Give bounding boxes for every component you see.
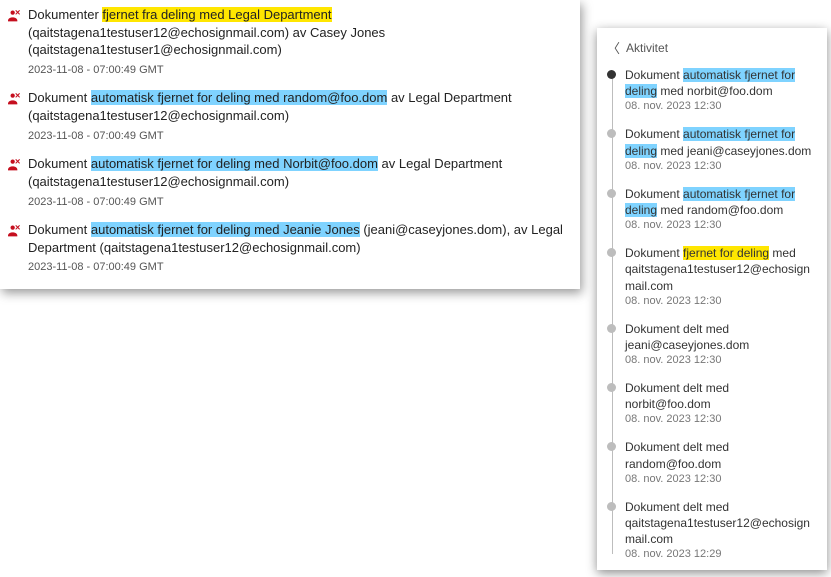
audit-segment: Dokument [28,90,91,105]
activity-item[interactable]: Dokument fjernet for deling med qaitstag… [625,245,817,307]
activity-segment: Dokument [625,68,683,82]
activity-timestamp: 08. nov. 2023 12:30 [625,100,817,112]
activity-timestamp: 08. nov. 2023 12:30 [625,413,817,425]
audit-row: Dokumenter fjernet fra deling med Legal … [6,6,570,77]
audit-row: Dokument automatisk fjernet for deling m… [6,89,570,143]
timeline-dot-icon [607,442,616,451]
audit-text: Dokument automatisk fjernet for deling m… [28,221,570,256]
activity-segment: med norbit@foo.dom [657,84,773,98]
audit-body: Dokument automatisk fjernet for deling m… [28,89,570,143]
audit-panel: Dokumenter fjernet fra deling med Legal … [0,0,580,289]
chevron-left-icon: 〈 [607,38,620,57]
activity-timestamp: 08. nov. 2023 12:29 [625,548,817,560]
activity-text: Dokument automatisk fjernet for deling m… [625,67,817,99]
activity-item[interactable]: Dokument delt med norbit@foo.dom 08. nov… [625,380,817,425]
activity-timestamp: 08. nov. 2023 12:30 [625,354,817,366]
person-unshare-icon [6,8,24,29]
activity-text: Dokument automatisk fjernet for deling m… [625,126,817,158]
timeline-dot-icon [607,383,616,392]
audit-segment: (qaitstagena1testuser12@echosignmail.com… [28,25,385,58]
activity-segment: Dokument delt med random@foo.dom [625,440,729,470]
audit-segment: automatisk fjernet for deling med Jeanie… [91,222,360,237]
activity-text: Dokument delt med random@foo.dom [625,439,817,471]
timeline-dot-icon [607,70,616,79]
activity-timestamp: 08. nov. 2023 12:30 [625,473,817,485]
audit-row: Dokument automatisk fjernet for deling m… [6,221,570,275]
activity-text: Dokument delt med norbit@foo.dom [625,380,817,412]
activity-item[interactable]: Dokument delt med jeani@caseyjones.dom 0… [625,321,817,366]
activity-item[interactable]: Dokument automatisk fjernet for deling m… [625,186,817,231]
activity-item[interactable]: Dokument delt med qaitstagena1testuser12… [625,499,817,561]
audit-timestamp: 2023-11-08 - 07:00:49 GMT [28,129,570,144]
timeline-dot-icon [607,189,616,198]
audit-timestamp: 2023-11-08 - 07:00:49 GMT [28,63,570,78]
activity-segment: Dokument delt med qaitstagena1testuser12… [625,500,810,546]
activity-text: Dokument delt med jeani@caseyjones.dom [625,321,817,353]
activity-timestamp: 08. nov. 2023 12:30 [625,295,817,307]
audit-text: Dokumenter fjernet fra deling med Legal … [28,6,570,59]
activity-back-button[interactable]: 〈 Aktivitet [607,38,817,57]
activity-segment: med jeani@caseyjones.dom [657,144,811,158]
activity-segment: fjernet for deling [683,246,769,260]
audit-timestamp: 2023-11-08 - 07:00:49 GMT [28,195,570,210]
audit-body: Dokument automatisk fjernet for deling m… [28,221,570,275]
activity-segment: Dokument [625,127,683,141]
timeline-dot-icon [607,248,616,257]
audit-timestamp: 2023-11-08 - 07:00:49 GMT [28,260,570,275]
person-unshare-icon [6,223,24,244]
activity-segment: Dokument [625,187,683,201]
timeline-dot-icon [607,502,616,511]
person-unshare-icon [6,157,24,178]
activity-text: Dokument fjernet for deling med qaitstag… [625,245,817,294]
activity-segment: med random@foo.dom [657,203,783,217]
activity-timeline: Dokument automatisk fjernet for deling m… [607,67,817,560]
activity-text: Dokument delt med qaitstagena1testuser12… [625,499,817,548]
audit-segment: Dokument [28,156,91,171]
activity-timestamp: 08. nov. 2023 12:30 [625,160,817,172]
person-unshare-icon [6,91,24,112]
activity-segment: Dokument delt med jeani@caseyjones.dom [625,322,749,352]
audit-row: Dokument automatisk fjernet for deling m… [6,155,570,209]
activity-item[interactable]: Dokument automatisk fjernet for deling m… [625,67,817,112]
audit-segment: automatisk fjernet for deling med Norbit… [91,156,378,171]
audit-segment: Dokument [28,222,91,237]
audit-body: Dokumenter fjernet fra deling med Legal … [28,6,570,77]
audit-segment: Dokumenter [28,7,102,22]
timeline-dot-icon [607,324,616,333]
audit-segment: automatisk fjernet for deling med random… [91,90,387,105]
activity-segment: Dokument delt med norbit@foo.dom [625,381,729,411]
audit-body: Dokument automatisk fjernet for deling m… [28,155,570,209]
activity-panel: 〈 Aktivitet Dokument automatisk fjernet … [597,28,827,570]
activity-timestamp: 08. nov. 2023 12:30 [625,219,817,231]
audit-segment: fjernet fra deling med Legal Department [102,7,331,22]
activity-item[interactable]: Dokument automatisk fjernet for deling m… [625,126,817,171]
activity-item[interactable]: Dokument delt med random@foo.dom 08. nov… [625,439,817,484]
audit-text: Dokument automatisk fjernet for deling m… [28,155,570,190]
activity-segment: Dokument [625,246,683,260]
activity-text: Dokument automatisk fjernet for deling m… [625,186,817,218]
timeline-dot-icon [607,129,616,138]
audit-text: Dokument automatisk fjernet for deling m… [28,89,570,124]
activity-title: Aktivitet [626,41,668,55]
